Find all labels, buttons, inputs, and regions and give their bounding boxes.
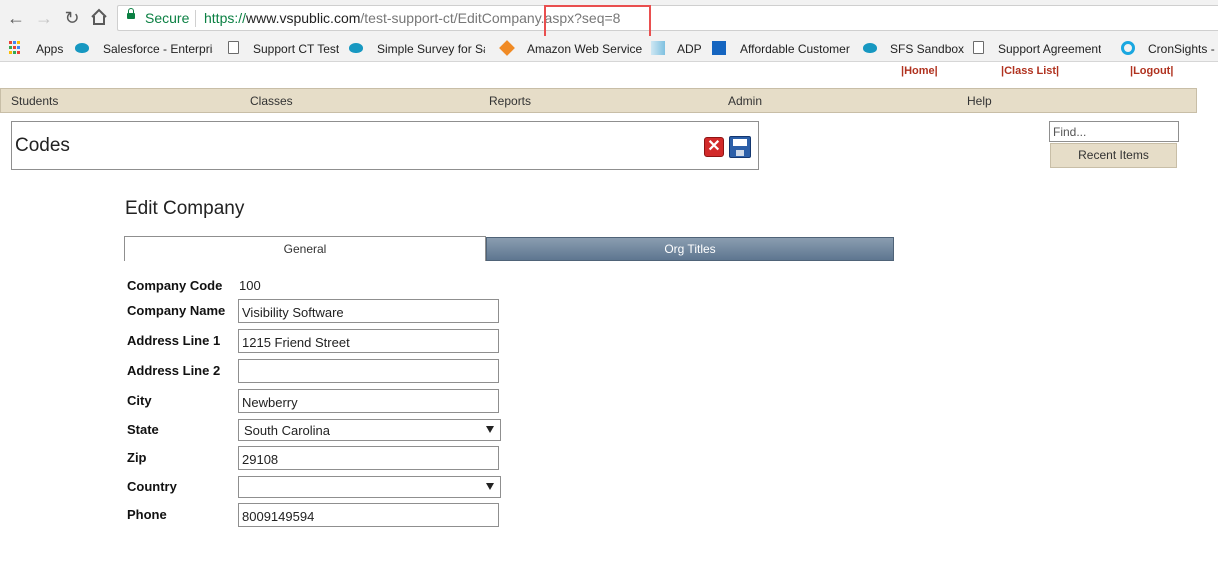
forward-arrow-icon[interactable]: →: [34, 8, 54, 28]
address2-label: Address Line 2: [127, 363, 221, 378]
menu-students[interactable]: Students: [11, 94, 58, 108]
aws-cube-icon: [499, 40, 515, 56]
home-link[interactable]: |Home|: [901, 65, 938, 77]
company-code-label: Company Code: [127, 278, 223, 293]
menu-classes[interactable]: Classes: [250, 94, 293, 108]
home-icon[interactable]: [89, 8, 109, 28]
apps-grid-icon: [9, 41, 23, 55]
state-selected-value: South Carolina: [244, 423, 330, 438]
city-label: City: [127, 393, 152, 408]
salesforce-cloud-icon: [863, 43, 877, 53]
state-select[interactable]: South Carolina: [238, 419, 501, 441]
codes-panel: Codes ✕: [11, 121, 759, 170]
bookmark-cronsights[interactable]: CronSights -: [1148, 40, 1215, 58]
bookmark-apps[interactable]: Apps: [36, 40, 63, 58]
address1-label: Address Line 1: [127, 333, 221, 348]
country-select[interactable]: [238, 476, 501, 498]
bookmark-support-ct-test[interactable]: Support CT Test: [253, 40, 339, 58]
find-input[interactable]: [1049, 121, 1179, 142]
class-list-link[interactable]: |Class List|: [1001, 65, 1059, 77]
secure-label: Secure: [145, 10, 190, 26]
bookmark-simple-survey[interactable]: Simple Survey for Sa: [377, 40, 485, 58]
salesforce-cloud-icon: [75, 43, 89, 53]
back-arrow-icon[interactable]: ←: [6, 8, 26, 28]
save-button[interactable]: [729, 136, 751, 158]
menu-admin[interactable]: Admin: [728, 94, 762, 108]
url-bar[interactable]: Secure https://www.vspublic.com/test-sup…: [117, 5, 1218, 31]
company-name-input[interactable]: [238, 299, 499, 323]
dropdown-caret-icon: [486, 483, 494, 490]
bookmark-aws[interactable]: Amazon Web Service: [527, 40, 653, 58]
cronsights-icon: [1121, 41, 1135, 55]
bookmark-affordable[interactable]: Affordable Customer: [740, 40, 850, 58]
logout-link[interactable]: |Logout|: [1130, 65, 1173, 77]
page-icon: [228, 41, 239, 54]
bookmark-sfs-sandbox[interactable]: SFS Sandbox: [890, 40, 964, 58]
bookmark-support-agreement[interactable]: Support Agreement: [998, 40, 1101, 58]
floppy-shutter: [736, 150, 744, 156]
form-title: Edit Company: [125, 198, 245, 219]
bookmark-salesforce[interactable]: Salesforce - Enterpris: [103, 40, 213, 58]
menu-reports[interactable]: Reports: [489, 94, 531, 108]
company-code-value: 100: [239, 278, 261, 293]
salesforce-cloud-icon: [349, 43, 363, 53]
main-menu-bar: Students Classes Reports Admin Help: [0, 88, 1197, 113]
affordable-arrow-icon: [712, 41, 726, 55]
cancel-button[interactable]: ✕: [704, 137, 724, 157]
url-scheme: https://: [204, 10, 247, 26]
zip-input[interactable]: [238, 446, 499, 470]
recent-items-button[interactable]: Recent Items: [1050, 143, 1177, 168]
lock-icon: [127, 8, 135, 19]
adp-icon: [651, 41, 665, 55]
tab-general[interactable]: General: [124, 236, 486, 261]
page-icon: [973, 41, 984, 54]
city-input[interactable]: [238, 389, 499, 413]
phone-label: Phone: [127, 507, 167, 522]
url-host: www.vspublic.com: [246, 10, 361, 26]
zip-label: Zip: [127, 450, 147, 465]
bookmark-adp[interactable]: ADP: [677, 40, 702, 58]
state-label: State: [127, 422, 159, 437]
browser-toolbar: ← → ↻ Secure https://www.vspublic.com/te…: [0, 0, 1218, 43]
floppy-disk-icon: [733, 139, 747, 146]
phone-input[interactable]: [238, 503, 499, 527]
dropdown-caret-icon: [486, 426, 494, 433]
address2-input[interactable]: [238, 359, 499, 383]
country-label: Country: [127, 479, 177, 494]
omnibox-divider: [195, 10, 196, 27]
tab-org-titles[interactable]: Org Titles: [486, 237, 894, 261]
reload-icon[interactable]: ↻: [62, 8, 82, 28]
address1-input[interactable]: [238, 329, 499, 353]
close-icon: ✕: [707, 138, 721, 155]
menu-help[interactable]: Help: [967, 94, 992, 108]
bookmarks-bar: Apps Salesforce - Enterpris Support CT T…: [0, 36, 1218, 62]
company-name-label: Company Name: [127, 303, 226, 318]
page-title: Codes: [15, 135, 70, 156]
